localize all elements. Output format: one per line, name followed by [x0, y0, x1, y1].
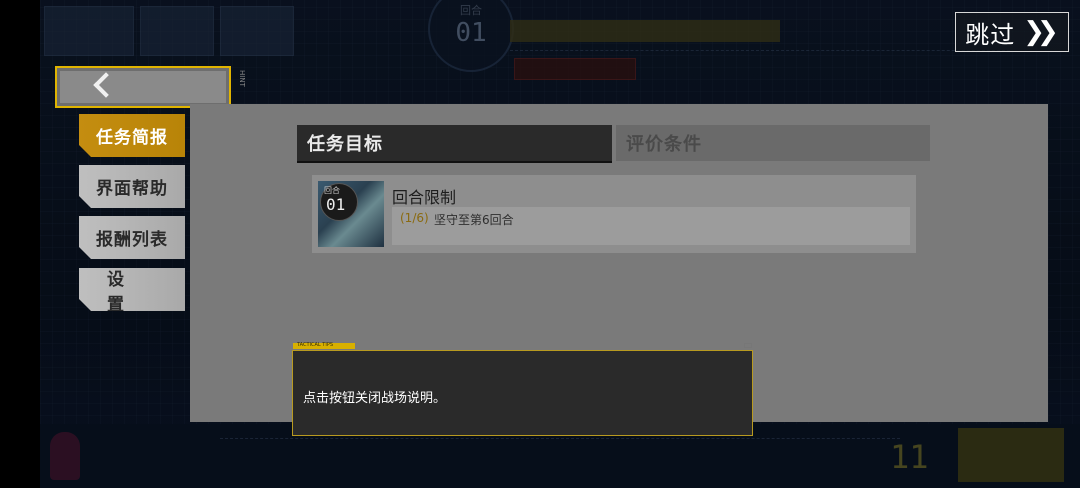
tips-message: 点击按钮关闭战场说明。 — [303, 391, 447, 406]
objective-detail: (1/6) 坚守至第6回合 — [392, 207, 910, 245]
tips-corner-icon — [744, 343, 752, 348]
back-button-fill — [60, 71, 226, 103]
tips-tag-label: TACTICAL TIPS — [297, 342, 334, 348]
tactical-tips-box[interactable]: 点击按钮关闭战场说明。 — [292, 350, 753, 436]
skip-label: 跳过 — [965, 20, 1016, 49]
objective-card: 回合 01 回合限制 (1/6) 坚守至第6回合 — [312, 175, 916, 253]
objective-title: 回合限制 — [392, 188, 457, 207]
double-chevron-right-icon: ❯❯ — [1023, 17, 1058, 47]
sidebar-item-ui-help[interactable]: 界面帮助 — [79, 165, 185, 208]
objective-progress: (1/6) — [400, 211, 429, 225]
sidebar-item-settings[interactable]: 设置 — [79, 268, 185, 311]
skip-button[interactable]: 跳过 ❯❯ — [955, 12, 1069, 52]
sidebar-item-briefing[interactable]: 任务简报 — [79, 114, 185, 157]
tab-objective[interactable]: 任务目标 — [297, 125, 612, 163]
back-button[interactable] — [55, 66, 231, 108]
tips-tag: TACTICAL TIPS — [293, 342, 355, 349]
objective-description: 坚守至第6回合 — [434, 213, 514, 227]
objective-thumbnail: 回合 01 — [318, 181, 384, 247]
hint-label: HINT — [238, 70, 246, 87]
sidebar-item-rewards[interactable]: 报酬列表 — [79, 216, 185, 259]
thumb-round-number: 01 — [326, 195, 346, 214]
tab-evaluation[interactable]: 评价条件 — [616, 125, 930, 161]
